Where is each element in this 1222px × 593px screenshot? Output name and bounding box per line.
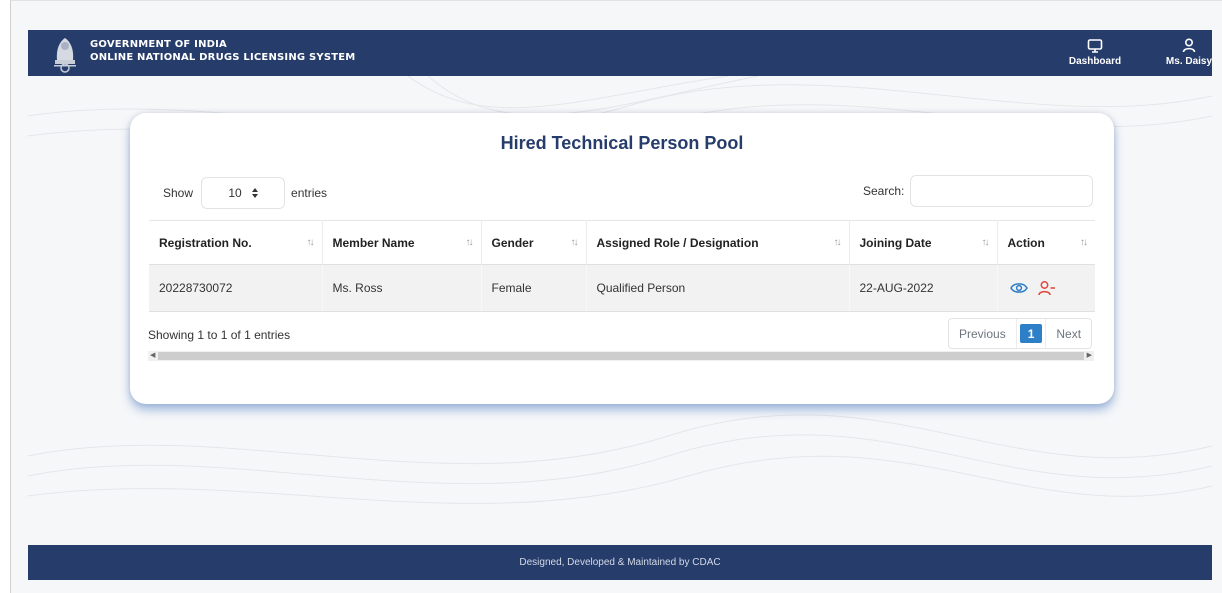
cell-joining-date: 22-AUG-2022 <box>849 264 998 312</box>
monitor-icon <box>1087 39 1103 53</box>
entries-select-value: 10 <box>228 186 242 200</box>
column-registration-no[interactable]: Registration No. ↑↓ <box>149 220 323 265</box>
cell-registration-no: 20228730072 <box>149 264 323 312</box>
entries-select[interactable]: 10 <box>201 177 286 209</box>
top-header: GOVERNMENT OF INDIA ONLINE NATIONAL DRUG… <box>28 30 1212 76</box>
column-assigned-role[interactable]: Assigned Role / Designation ↑↓ <box>586 220 850 265</box>
brand-line-2: ONLINE NATIONAL DRUGS LICENSING SYSTEM <box>90 52 356 63</box>
pagination-next[interactable]: Next <box>1045 319 1091 348</box>
search-input[interactable] <box>910 175 1094 207</box>
scrollbar-thumb[interactable] <box>158 352 1084 360</box>
sort-icon: ↑↓ <box>306 237 315 248</box>
sort-icon: ↑↓ <box>570 237 579 248</box>
show-label: Show <box>163 186 194 200</box>
sort-arrows-icon <box>251 188 258 198</box>
column-gender[interactable]: Gender ↑↓ <box>481 220 587 265</box>
national-emblem-logo <box>54 38 76 73</box>
column-member-name[interactable]: Member Name ↑↓ <box>322 220 482 265</box>
pagination-page-current[interactable]: 1 <box>1019 324 1043 343</box>
nav-dashboard-label: Dashboard <box>1068 56 1122 67</box>
cell-role: Qualified Person <box>586 264 850 312</box>
search-control: Search: <box>863 175 1094 207</box>
nav-dashboard[interactable]: Dashboard <box>1058 30 1132 76</box>
remove-user-icon <box>1037 281 1055 296</box>
eye-icon <box>1009 283 1028 293</box>
nav-user-label: Ms. Daisy <box>1165 56 1213 67</box>
scroll-right-arrow-icon[interactable]: ▶ <box>1087 351 1092 361</box>
remove-member-button[interactable] <box>1037 280 1056 296</box>
sort-icon: ↑↓ <box>465 237 474 248</box>
cell-gender: Female <box>481 264 587 312</box>
sort-icon: ↑↓ <box>1080 237 1088 248</box>
search-label: Search: <box>863 184 905 198</box>
cell-member-name: Ms. Ross <box>322 264 482 312</box>
user-icon <box>1182 38 1196 53</box>
entries-length-control: Show 10 entries <box>163 177 327 209</box>
pagination: Previous 1 Next <box>948 318 1093 349</box>
column-joining-date[interactable]: Joining Date ↑↓ <box>849 220 998 265</box>
sort-icon: ↑↓ <box>981 237 990 248</box>
table-info: Showing 1 to 1 of 1 entries <box>148 328 291 342</box>
sort-icon: ↑↓ <box>833 237 842 248</box>
view-button[interactable] <box>1009 281 1028 295</box>
cell-actions <box>997 264 1095 312</box>
scroll-left-arrow-icon[interactable]: ◀ <box>150 351 155 361</box>
pagination-previous[interactable]: Previous <box>949 319 1017 348</box>
table-header-row: Registration No. ↑↓ Member Name ↑↓ Gender ↑… <box>149 220 1095 265</box>
footer: Designed, Developed & Maintained by CDAC <box>28 545 1212 580</box>
technical-person-table: Registration No. ↑↓ Member Name ↑↓ Gender ↑… <box>149 220 1095 312</box>
brand-text: GOVERNMENT OF INDIA ONLINE NATIONAL DRUG… <box>90 38 355 64</box>
column-action[interactable]: Action ↑↓ <box>997 220 1095 265</box>
page-title: Hired Technical Person Pool <box>500 133 744 153</box>
horizontal-scrollbar[interactable]: ◀ ▶ <box>148 351 1094 361</box>
nav-user-profile[interactable]: Ms. Daisy <box>1164 30 1214 76</box>
table-row: 20228730072 Ms. Ross Female Qualified Pe… <box>149 264 1095 312</box>
technical-person-pool-card: Hired Technical Person Pool Show 10 entr… <box>130 113 1114 404</box>
brand-line-1: GOVERNMENT OF INDIA <box>90 39 227 50</box>
row-actions <box>1008 280 1086 296</box>
entries-label: entries <box>291 186 328 200</box>
